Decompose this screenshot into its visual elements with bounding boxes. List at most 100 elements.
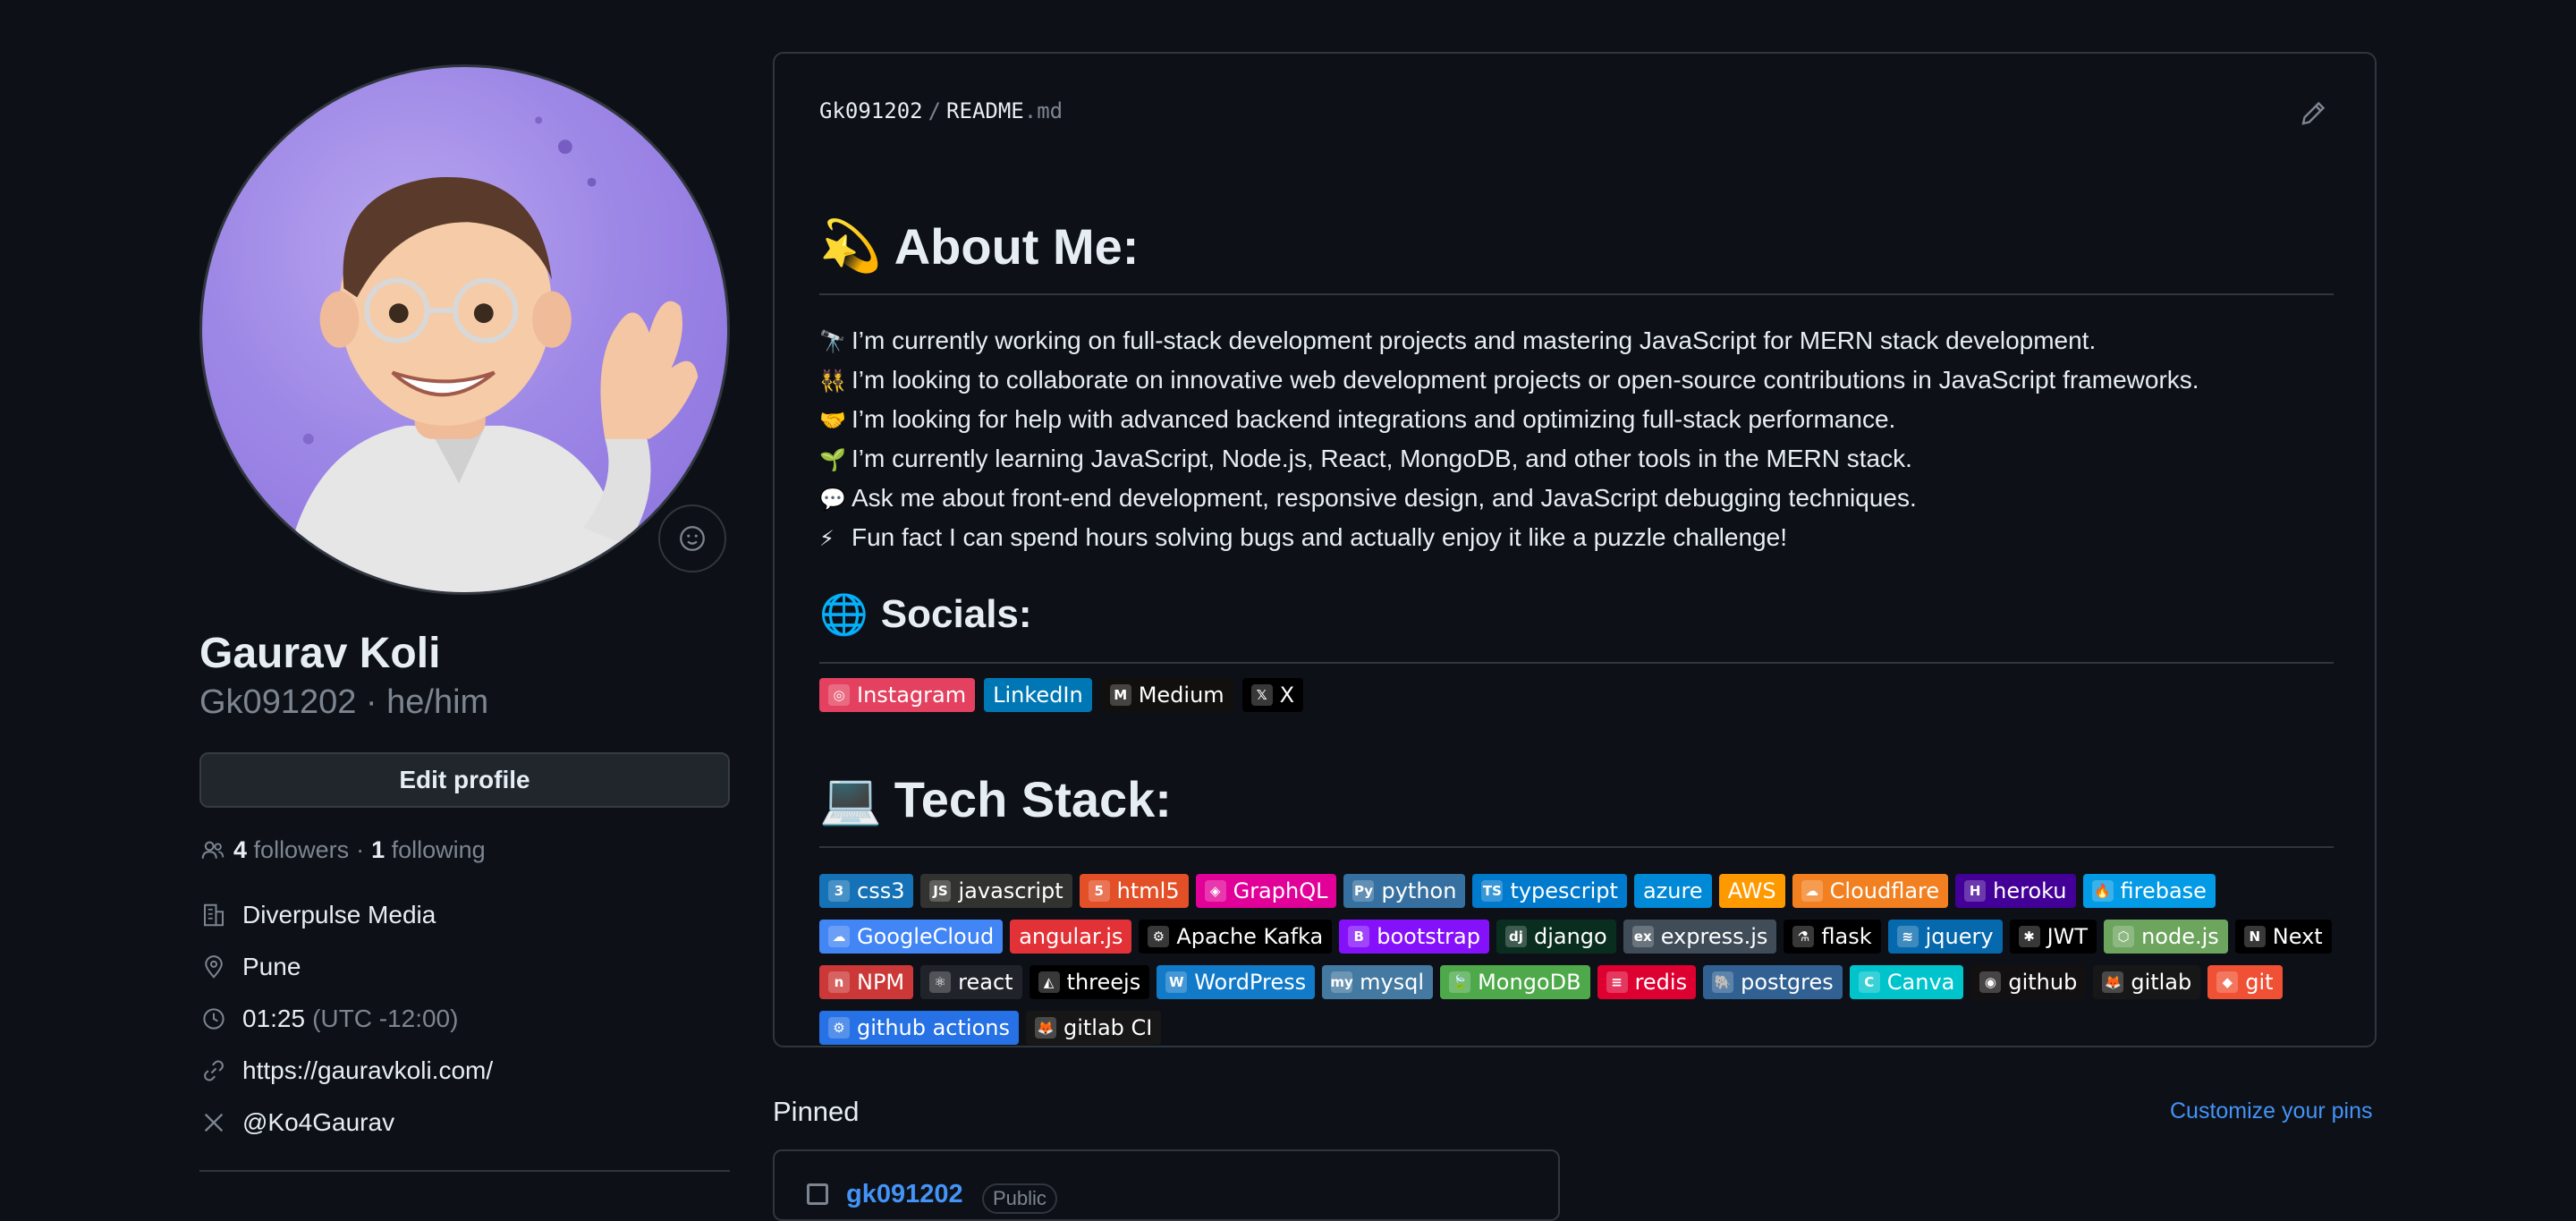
badge-python[interactable]: Py python bbox=[1343, 874, 1466, 908]
css3-icon: 3 bbox=[828, 880, 850, 902]
badge-mysql[interactable]: my mysql bbox=[1322, 965, 1434, 999]
badge-graphql[interactable]: ◈ GraphQL bbox=[1195, 874, 1337, 908]
badge-firebase[interactable]: 🔥 firebase bbox=[2082, 874, 2216, 908]
wordpress-icon: W bbox=[1165, 971, 1188, 993]
link-icon bbox=[199, 1056, 228, 1085]
express-icon: ex bbox=[1631, 926, 1654, 947]
globe-emoji-icon: 🌐 bbox=[819, 593, 869, 637]
badge-label: mysql bbox=[1360, 970, 1425, 995]
edit-profile-button[interactable]: Edit profile bbox=[199, 752, 730, 808]
badge-label: css3 bbox=[857, 878, 905, 903]
badge-x[interactable]: 𝕏X bbox=[1241, 678, 1304, 712]
badge-npm[interactable]: n NPM bbox=[819, 965, 914, 999]
avatar-container bbox=[199, 64, 730, 595]
badge-label: redis bbox=[1634, 970, 1688, 995]
badge-label: express.js bbox=[1660, 924, 1768, 949]
emoji-icon: 👯 bbox=[819, 369, 846, 394]
badge-typescript[interactable]: TS typescript bbox=[1472, 874, 1627, 908]
badge-gitlab-ci[interactable]: 🦊 gitlab CI bbox=[1025, 1011, 1162, 1045]
x-logo-icon bbox=[199, 1108, 228, 1137]
badge-github[interactable]: ◉ github bbox=[1970, 965, 2087, 999]
about-line-text: Fun fact I can spend hours solving bugs … bbox=[852, 523, 1787, 551]
edit-readme-pencil-icon[interactable] bbox=[2298, 97, 2330, 129]
followers-label: followers bbox=[253, 836, 350, 863]
badge-jwt[interactable]: ✱ JWT bbox=[2009, 920, 2097, 954]
badge-label: flask bbox=[1821, 924, 1872, 949]
emoji-icon: ⚡ bbox=[819, 527, 835, 551]
dizzy-emoji-icon: 💫 bbox=[819, 217, 882, 274]
cloudflare-icon: ☁ bbox=[1801, 880, 1823, 902]
badge-javascript[interactable]: JS javascript bbox=[920, 874, 1072, 908]
followers-link[interactable]: 4 followers bbox=[233, 836, 349, 864]
mysql-icon: my bbox=[1330, 971, 1353, 993]
nodejs-icon: ⬡ bbox=[2113, 926, 2135, 947]
badge-threejs[interactable]: ◭ threejs bbox=[1029, 965, 1150, 999]
profile-username-pronouns: Gk091202 · he/him bbox=[199, 683, 489, 721]
twitter-handle-link[interactable]: @Ko4Gaurav bbox=[242, 1108, 394, 1137]
customize-pins-link[interactable]: Customize your pins bbox=[2170, 1098, 2372, 1124]
set-status-button[interactable] bbox=[658, 505, 726, 572]
badge-label: angular.js bbox=[1019, 924, 1123, 949]
badge-linkedin[interactable]: LinkedIn bbox=[984, 678, 1092, 712]
pinned-title: Pinned bbox=[773, 1096, 860, 1127]
python-icon: Py bbox=[1352, 880, 1375, 902]
badge-flask[interactable]: ⚗ flask bbox=[1784, 920, 1881, 954]
avatar-illustration bbox=[282, 116, 699, 592]
badge-react[interactable]: ⚛ react bbox=[920, 965, 1022, 999]
readme-file-link[interactable]: README.md bbox=[946, 98, 1063, 123]
badge-cloudflare[interactable]: ☁ Cloudflare bbox=[1792, 874, 1949, 908]
javascript-icon: JS bbox=[929, 880, 952, 902]
badge-medium[interactable]: M Medium bbox=[1100, 678, 1233, 712]
badge-next[interactable]: N Next bbox=[2234, 920, 2332, 954]
badge-github-actions[interactable]: ⚙ github actions bbox=[819, 1011, 1019, 1045]
profile-details: Diverpulse Media Pune 01:25 (UTC -12:00)… bbox=[199, 889, 730, 1149]
badge-googlecloud[interactable]: ☁ GoogleCloud bbox=[819, 920, 1004, 954]
mongodb-icon: 🍃 bbox=[1449, 971, 1471, 993]
badge-django[interactable]: dj django bbox=[1496, 920, 1616, 954]
badge-bootstrap[interactable]: Bbootstrap bbox=[1339, 920, 1489, 954]
badge-label: git bbox=[2245, 970, 2274, 995]
tech-heading-block: 💻 Tech Stack: bbox=[819, 766, 2334, 848]
avatar[interactable] bbox=[199, 64, 730, 595]
badge-mongodb[interactable]: 🍃 MongoDB bbox=[1440, 965, 1590, 999]
git-icon: ◆ bbox=[2216, 971, 2239, 993]
gitlab-icon: 🦊 bbox=[2102, 971, 2124, 993]
badge-label: github bbox=[2008, 970, 2078, 995]
badge-heroku[interactable]: Hheroku bbox=[1955, 874, 2076, 908]
badge-html5[interactable]: 5 html5 bbox=[1079, 874, 1189, 908]
badge-label: GraphQL bbox=[1233, 878, 1328, 903]
badge-redis[interactable]: ≡ redis bbox=[1597, 965, 1697, 999]
badge-express-js[interactable]: ex express.js bbox=[1623, 920, 1777, 954]
badge-canva[interactable]: C Canva bbox=[1849, 965, 1964, 999]
about-line-text: I’m looking to collaborate on innovative… bbox=[852, 366, 2199, 394]
pinned-repo-link[interactable]: gk091202 bbox=[846, 1180, 963, 1209]
badge-node-js[interactable]: ⬡ node.js bbox=[2104, 920, 2228, 954]
badge-label: heroku bbox=[1993, 878, 2067, 903]
badge-wordpress[interactable]: W WordPress bbox=[1157, 965, 1316, 999]
badge-azure[interactable]: azure bbox=[1633, 874, 1712, 908]
badge-instagram[interactable]: ◎ Instagram bbox=[819, 678, 976, 712]
badge-gitlab[interactable]: 🦊 gitlab bbox=[2093, 965, 2201, 999]
badge-apache-kafka[interactable]: ⚙ Apache Kafka bbox=[1139, 920, 1333, 954]
badge-postgres[interactable]: 🐘 postgres bbox=[1703, 965, 1843, 999]
about-heading-block: 💫 About Me: bbox=[819, 213, 2334, 295]
about-title: About Me: bbox=[894, 217, 1140, 275]
website-link[interactable]: https://gauravkoli.com/ bbox=[242, 1056, 493, 1085]
jquery-icon: ≋ bbox=[1896, 926, 1919, 947]
badge-label: typescript bbox=[1510, 878, 1618, 903]
heading-rule bbox=[819, 293, 2334, 295]
badge-label: AWS bbox=[1727, 878, 1776, 903]
people-icon bbox=[201, 841, 225, 859]
badge-aws[interactable]: AWS bbox=[1718, 874, 1785, 908]
readme-owner-link[interactable]: Gk091202 bbox=[819, 98, 923, 123]
bootstrap-icon: B bbox=[1348, 926, 1370, 947]
badge-jquery[interactable]: ≋ jquery bbox=[1887, 920, 2003, 954]
repo-book-icon bbox=[807, 1183, 828, 1205]
profile-sidebar: Gaurav Koli Gk091202 · he/him Edit profi… bbox=[199, 64, 730, 1172]
badge-git[interactable]: ◆ git bbox=[2207, 965, 2283, 999]
readme-extension: .md bbox=[1023, 98, 1063, 123]
badge-angular-js[interactable]: angular.js bbox=[1010, 920, 1132, 954]
following-link[interactable]: 1 following bbox=[371, 836, 486, 864]
badge-css3[interactable]: 3 css3 bbox=[819, 874, 914, 908]
badge-label: JWT bbox=[2046, 924, 2089, 949]
